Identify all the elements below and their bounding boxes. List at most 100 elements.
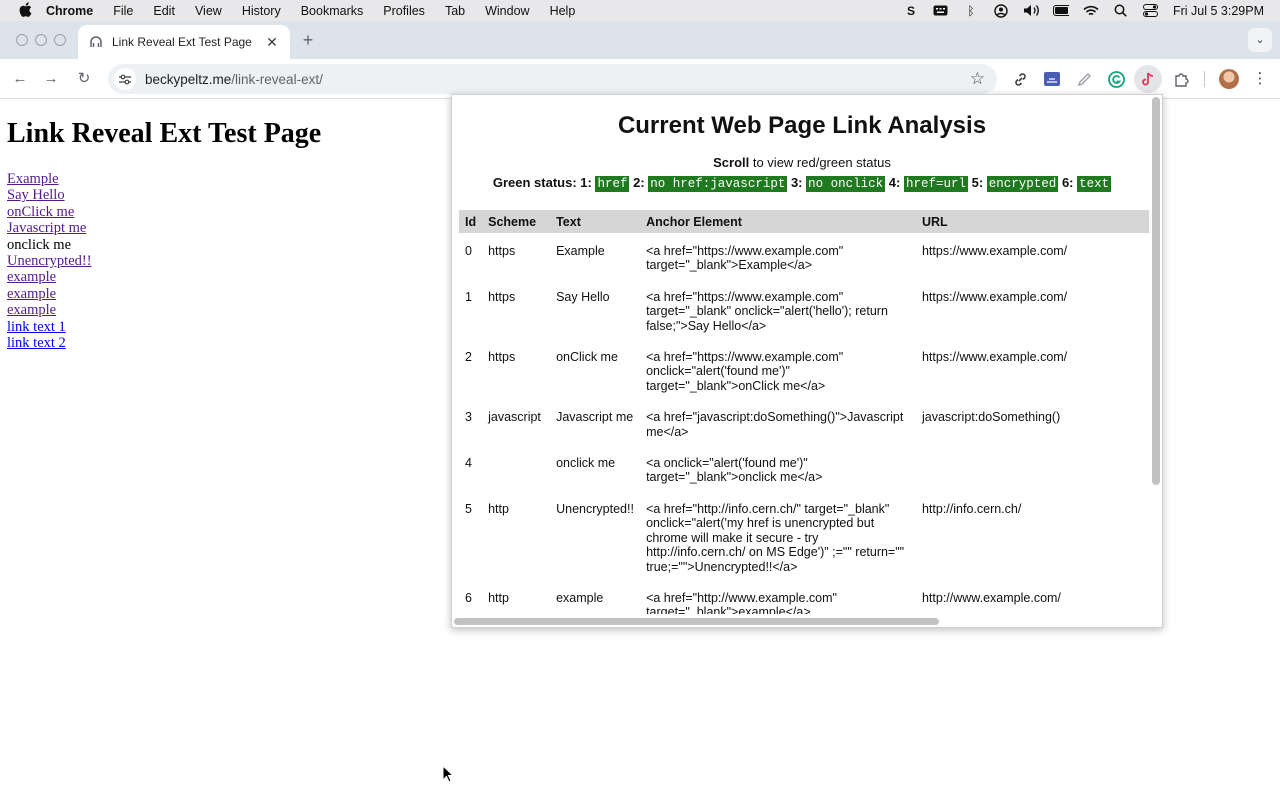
cell-id: 2 — [465, 350, 472, 365]
chrome-menu-kebab-icon[interactable]: ⋮ — [1252, 68, 1268, 90]
toolbar-divider — [1204, 71, 1205, 87]
column-header-anchor: Anchor Element — [640, 210, 916, 233]
status-badge-number: 3: — [790, 175, 803, 190]
window-minimize-button[interactable] — [35, 34, 47, 46]
status-badge-number: 5: — [971, 175, 984, 190]
page-link[interactable]: link text 2 — [7, 335, 92, 351]
control-center-icon[interactable] — [1143, 4, 1159, 17]
column-header-id: Id — [459, 210, 483, 233]
scrivener-status-icon[interactable]: S — [903, 4, 919, 18]
menubar-clock[interactable]: Fri Jul 5 3:29PM — [1173, 4, 1264, 18]
link-extension-icon[interactable] — [1010, 69, 1030, 89]
pencil-extension-icon[interactable] — [1074, 69, 1094, 89]
back-arrow-icon[interactable]: ← — [9, 68, 31, 90]
profile-avatar[interactable] — [1219, 69, 1239, 89]
spotlight-search-icon[interactable] — [1113, 4, 1129, 17]
menu-bookmarks[interactable]: Bookmarks — [301, 4, 364, 18]
page-link[interactable]: example — [7, 269, 92, 285]
page-link[interactable]: example — [7, 302, 92, 318]
address-bar[interactable]: beckypeltz.me/link-reveal-ext/ ☆ — [108, 64, 997, 94]
bookmark-star-icon[interactable]: ☆ — [970, 69, 985, 89]
table-row: 2 https onClick me <a href="https://www.exa… — [459, 339, 1149, 399]
tab-active[interactable]: Link Reveal Ext Test Page ✕ — [78, 25, 290, 59]
bluetooth-icon[interactable]: ᛒ — [963, 4, 979, 18]
menu-view[interactable]: View — [195, 4, 222, 18]
cell-id: 0 — [465, 244, 472, 258]
popup-vertical-scrollbar[interactable] — [1152, 97, 1160, 485]
tab-search-chevron-icon[interactable]: ⌄ — [1248, 28, 1272, 52]
page-link[interactable]: onClick me — [7, 204, 92, 220]
menu-file[interactable]: File — [113, 4, 133, 18]
cell-text: Say Hello — [556, 289, 610, 304]
status-badge: text — [1077, 176, 1112, 192]
wifi-icon[interactable] — [1083, 4, 1099, 17]
cell-anchor: <a onclick="alert('found me')" target="_… — [646, 456, 823, 485]
page-link[interactable]: Example — [7, 171, 92, 187]
tab-favicon-icon — [88, 34, 104, 50]
cell-id: 1 — [465, 289, 472, 304]
macos-menu-bar: Chrome File Edit View History Bookmarks … — [0, 0, 1280, 21]
mouse-cursor-icon — [442, 765, 454, 783]
keyboard-status-icon[interactable] — [933, 4, 949, 17]
tab-close-icon[interactable]: ✕ — [264, 34, 280, 50]
status-badge: no onclick — [806, 176, 886, 192]
forward-arrow-icon[interactable]: → — [40, 68, 62, 90]
scroll-hint-text: to view red/green status — [749, 155, 891, 170]
page-link[interactable]: Unencrypted!! — [7, 253, 92, 269]
link-table-viewport[interactable]: Id Scheme Text Anchor Element URL 0 https… — [459, 210, 1149, 614]
page-link[interactable]: link text 1 — [7, 319, 92, 335]
user-account-icon[interactable] — [993, 3, 1009, 18]
site-info-tune-icon[interactable] — [114, 68, 136, 90]
link-analysis-table: Id Scheme Text Anchor Element URL 0 https… — [459, 210, 1149, 614]
reload-icon[interactable]: ↻ — [73, 68, 95, 90]
cell-id: 3 — [465, 410, 472, 425]
menu-tab[interactable]: Tab — [445, 4, 465, 18]
battery-icon[interactable] — [1052, 4, 1069, 17]
cell-url: javascript:doSomething() — [921, 410, 1061, 425]
cell-scheme: https — [488, 350, 516, 365]
cell-id: 4 — [465, 456, 472, 471]
green-status-legend: Green status: 1: href 2: no href:javascr… — [452, 175, 1152, 192]
url-path: /link-reveal-ext/ — [231, 71, 323, 87]
cell-scheme: https — [488, 244, 516, 258]
link-reveal-extension-icon[interactable] — [1134, 65, 1162, 93]
cell-anchor: <a href="https://www.example.com" target… — [646, 289, 888, 333]
cell-url: http://info.cern.ch/ — [921, 501, 1022, 516]
status-badge: href — [595, 176, 630, 192]
cell-scheme: javascript — [488, 410, 541, 425]
menu-history[interactable]: History — [242, 4, 281, 18]
cell-anchor: <a href="http://info.cern.ch/" target="_… — [646, 501, 905, 574]
cell-scheme: http — [488, 590, 509, 605]
cell-url: https://www.example.com/ — [921, 244, 1068, 258]
browser-toolbar: ← → ↻ beckypeltz.me/link-reveal-ext/ ☆ ⋮ — [0, 59, 1280, 99]
window-zoom-button[interactable] — [54, 34, 66, 46]
menu-window[interactable]: Window — [485, 4, 529, 18]
plain-text-item[interactable]: onclick me — [7, 237, 92, 253]
tab-strip: Link Reveal Ext Test Page ✕ + ⌄ — [0, 21, 1280, 59]
menu-edit[interactable]: Edit — [153, 4, 175, 18]
cast-extension-icon[interactable] — [1042, 69, 1062, 89]
window-close-button[interactable] — [16, 34, 28, 46]
menu-help[interactable]: Help — [550, 4, 576, 18]
new-tab-icon[interactable]: + — [298, 30, 318, 50]
volume-icon[interactable] — [1023, 4, 1039, 17]
scroll-hint-bold: Scroll — [713, 155, 750, 170]
menu-app-chrome[interactable]: Chrome — [46, 4, 93, 18]
page-link[interactable]: Javascript me — [7, 220, 92, 236]
cell-url: https://www.example.com/ — [921, 289, 1068, 304]
apple-menu-icon[interactable] — [18, 1, 32, 20]
link-analysis-popup: Current Web Page Link Analysis Scroll to… — [451, 94, 1163, 628]
menu-profiles[interactable]: Profiles — [383, 4, 425, 18]
page-link[interactable]: Say Hello — [7, 187, 92, 203]
popup-title: Current Web Page Link Analysis — [617, 112, 987, 139]
cell-scheme: https — [488, 289, 516, 304]
popup-horizontal-scrollbar[interactable] — [454, 618, 939, 625]
table-header-row: Id Scheme Text Anchor Element URL — [459, 210, 1149, 233]
table-row: 0 https Example <a href="https://www.exampl… — [459, 233, 1149, 279]
cell-text: Example — [556, 244, 605, 258]
cell-anchor: <a href="https://www.example.com" onclic… — [646, 350, 844, 393]
cell-anchor: <a href="https://www.example.com" target… — [646, 244, 844, 273]
extensions-puzzle-icon[interactable] — [1171, 69, 1191, 89]
page-link[interactable]: example — [7, 286, 92, 302]
grammarly-extension-icon[interactable] — [1106, 69, 1126, 89]
